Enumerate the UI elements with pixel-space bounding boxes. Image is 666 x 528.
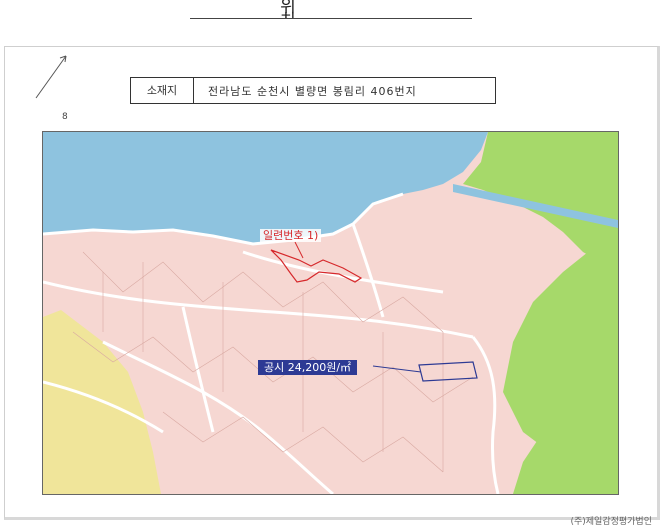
official-price-label: 공시 24,200원/㎡ bbox=[258, 360, 358, 375]
document-title: 위 치 도 bbox=[190, 0, 472, 19]
map-canvas bbox=[43, 132, 618, 494]
north-arrow-icon bbox=[35, 55, 67, 99]
footer-note: (주)제일감정평가법인 bbox=[570, 517, 652, 527]
address-box: 소재지 전라남도 순천시 별량면 봉림리 406번지 bbox=[130, 77, 496, 104]
address-value: 전라남도 순천시 별량면 봉림리 406번지 bbox=[208, 84, 417, 98]
parcel-serial-label: 일련번호 1) bbox=[260, 229, 322, 242]
page-marker: 8 bbox=[62, 112, 68, 122]
address-label: 소재지 bbox=[131, 78, 194, 103]
location-map[interactable] bbox=[42, 131, 619, 495]
